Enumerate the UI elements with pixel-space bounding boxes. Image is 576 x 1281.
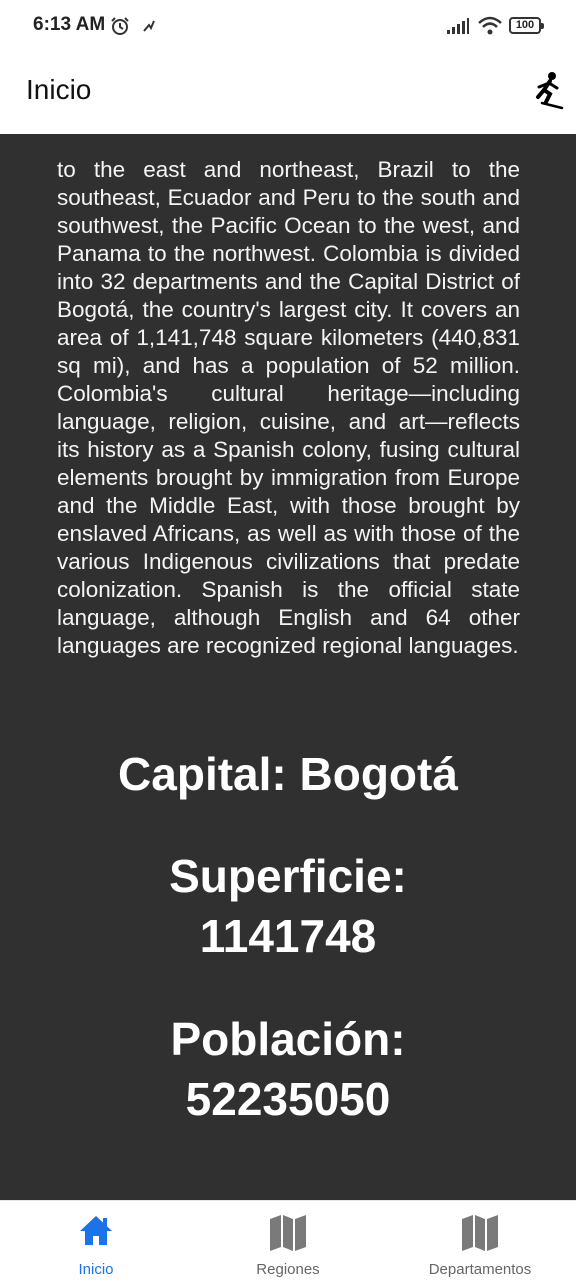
population-value: 52235050 xyxy=(185,1073,391,1125)
nav-item-departamentos[interactable]: Departamentos xyxy=(384,1201,576,1281)
area-value: 1141748 xyxy=(199,910,377,962)
capital-text: Capital: Bogotá xyxy=(118,748,458,800)
app-notification-icon xyxy=(141,18,157,39)
status-bar: 6:13 AM 100 xyxy=(0,0,576,56)
content-area[interactable]: to the east and northeast, Brazil to the… xyxy=(0,134,576,1200)
wifi-icon xyxy=(477,16,503,41)
nav-label-inicio: Inicio xyxy=(78,1261,114,1278)
nav-label-departamentos: Departamentos xyxy=(428,1261,532,1278)
alarm-icon xyxy=(110,16,130,41)
map-icon xyxy=(268,1211,308,1251)
population-label: Población: xyxy=(170,1013,406,1065)
map-icon xyxy=(460,1211,500,1251)
nav-item-regiones[interactable]: Regiones xyxy=(192,1201,384,1281)
battery-icon: 100 xyxy=(509,17,544,34)
area-label: Superficie: xyxy=(169,850,407,902)
app-bar: Inicio xyxy=(0,56,576,135)
nav-label-regiones: Regiones xyxy=(256,1261,320,1278)
home-icon xyxy=(76,1211,116,1251)
country-description: to the east and northeast, Brazil to the… xyxy=(57,157,520,658)
signal-icon xyxy=(447,18,469,39)
nav-item-inicio[interactable]: Inicio xyxy=(0,1201,192,1281)
bottom-navigation: Inicio Regiones Departamentos xyxy=(0,1200,576,1281)
status-time: 6:13 AM xyxy=(33,14,106,35)
page-title: Inicio xyxy=(26,74,92,105)
skater-icon[interactable] xyxy=(528,70,568,110)
